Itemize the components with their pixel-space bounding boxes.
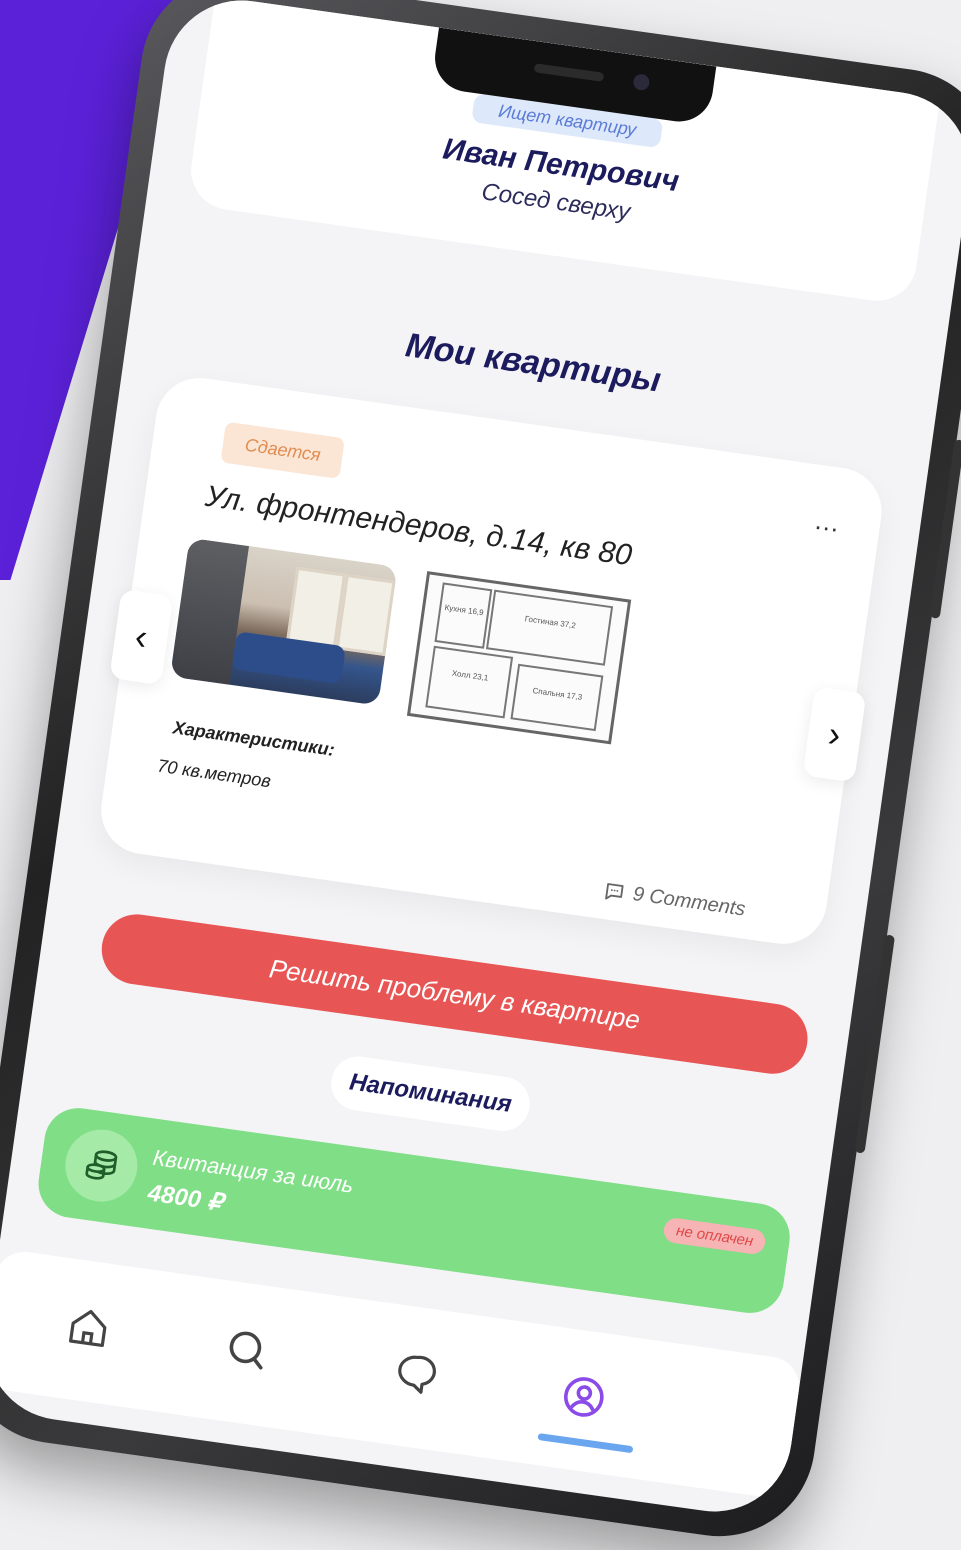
- apartment-photo[interactable]: [170, 537, 398, 706]
- characteristics-label: Характеристики:: [171, 717, 336, 760]
- app-content: Ищет квартиру Иван Петрович Сосед сверху…: [0, 0, 961, 1522]
- tab-profile[interactable]: [550, 1363, 618, 1431]
- chat-icon: [398, 1355, 436, 1394]
- comments-link[interactable]: 9 Comments: [602, 879, 747, 922]
- photo-window: [335, 573, 396, 657]
- plan-room: Спальня 17,3: [510, 663, 604, 732]
- rent-status-badge: Сдается: [220, 421, 346, 480]
- apartment-card[interactable]: Сдается ... Ул. фронтендеров, д.14, кв 8…: [95, 372, 888, 950]
- plan-room: Холл 23,1: [425, 645, 514, 719]
- active-tab-indicator: [537, 1432, 634, 1454]
- carousel-next-button[interactable]: ›: [802, 686, 867, 783]
- tab-home[interactable]: [55, 1293, 123, 1361]
- tab-chat[interactable]: [382, 1339, 450, 1407]
- profile-icon: [564, 1377, 604, 1417]
- floor-plan-image[interactable]: Кухня 16,9 Гостиная 37,2 Холл 23,1 Спаль…: [406, 571, 632, 745]
- speaker: [533, 63, 605, 82]
- coins-icon: [60, 1124, 142, 1207]
- chevron-left-icon: ‹: [132, 615, 151, 658]
- comments-count: 9 Comments: [631, 883, 747, 921]
- home-icon: [69, 1309, 107, 1348]
- reminders-title: Напоминания: [327, 1053, 534, 1135]
- chevron-right-icon: ›: [825, 712, 844, 756]
- carousel-prev-button[interactable]: ‹: [109, 588, 174, 686]
- search-icon: [229, 1331, 263, 1370]
- unpaid-status-badge: не оплачен: [662, 1216, 767, 1256]
- invoice-amount: 4800 ₽: [146, 1179, 225, 1217]
- phone-screen: Ищет квартиру Иван Петрович Сосед сверху…: [0, 0, 961, 1522]
- camera: [632, 73, 651, 92]
- fix-problem-button[interactable]: Решить проблему в квартире: [97, 909, 813, 1079]
- phone-frame: Ищет квартиру Иван Петрович Сосед сверху…: [0, 0, 961, 1549]
- area-value: 70 кв.метров: [156, 755, 273, 792]
- more-options-icon[interactable]: ...: [813, 505, 842, 539]
- comment-icon: [604, 882, 624, 899]
- plan-room: Кухня 16,9: [434, 582, 493, 649]
- tab-search[interactable]: [213, 1316, 281, 1384]
- phone-mockup: Ищет квартиру Иван Петрович Сосед сверху…: [0, 0, 961, 1549]
- plan-room: Гостиная 37,2: [485, 589, 614, 666]
